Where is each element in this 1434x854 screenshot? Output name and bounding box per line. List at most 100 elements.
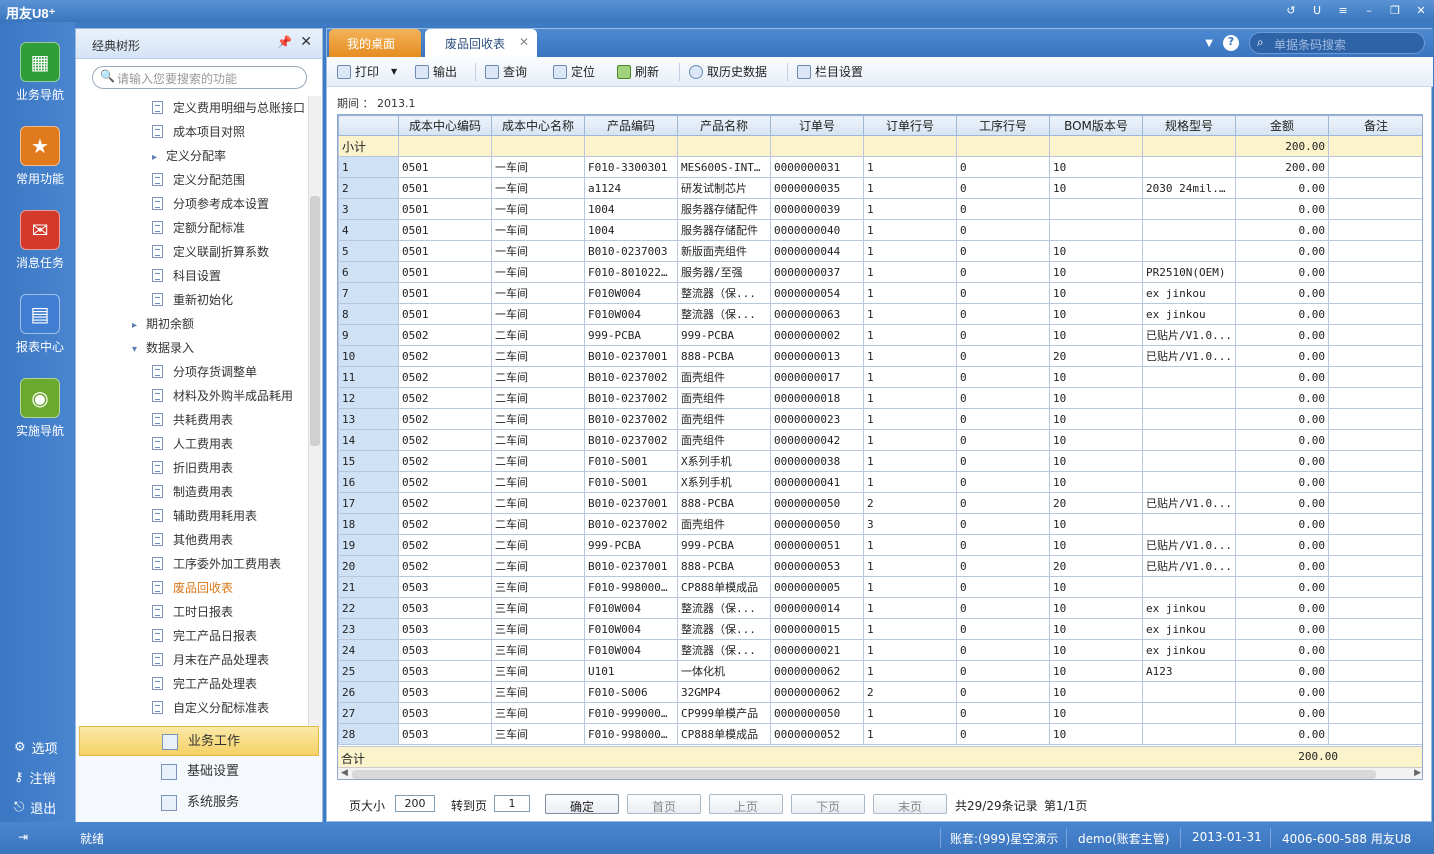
table-cell[interactable]: 1 xyxy=(863,639,957,661)
table-cell[interactable]: 0.00 xyxy=(1235,282,1329,304)
table-cell[interactable]: F010-80102251 xyxy=(584,261,678,283)
table-cell[interactable] xyxy=(1328,702,1422,724)
table-cell[interactable] xyxy=(1142,681,1236,703)
table-cell[interactable] xyxy=(1328,177,1422,199)
table-row[interactable]: 2 0501 一车间 a1124 研发试制芯片 0000000035 1 0 10 2030 24… xyxy=(338,177,1422,199)
print-button[interactable]: 打印 ▼ xyxy=(337,63,397,80)
table-cell[interactable]: 0501 xyxy=(398,177,492,199)
table-cell[interactable]: 一车间 xyxy=(491,282,585,304)
column-settings-button[interactable]: 栏目设置 xyxy=(797,63,863,80)
table-cell[interactable]: 1004 xyxy=(584,198,678,220)
table-cell[interactable]: 999-PCBA xyxy=(677,534,771,556)
table-cell[interactable]: 10 xyxy=(1049,597,1143,619)
table-cell[interactable]: 0501 xyxy=(398,261,492,283)
tree-item[interactable]: ▸ 期初余额 xyxy=(132,312,194,336)
table-cell[interactable]: 0.00 xyxy=(1235,240,1329,262)
table-cell[interactable]: 0000000039 xyxy=(770,198,864,220)
status-arrow-icon[interactable]: ⇥ xyxy=(18,830,28,844)
table-cell[interactable]: 2030 24mil... xyxy=(1142,177,1236,199)
table-cell[interactable]: ex jinkou xyxy=(1142,282,1236,304)
table-cell[interactable]: 0503 xyxy=(398,702,492,724)
table-cell[interactable]: 10 xyxy=(1049,681,1143,703)
pin-icon[interactable]: 📌 xyxy=(277,35,292,49)
table-cell[interactable]: 服务器存储配件 xyxy=(677,198,771,220)
print-dropdown-icon[interactable]: ▼ xyxy=(391,67,397,76)
table-cell[interactable]: 0 xyxy=(956,513,1050,535)
table-cell[interactable] xyxy=(1328,555,1422,577)
table-cell[interactable]: 0000000018 xyxy=(770,387,864,409)
table-cell[interactable]: 10 xyxy=(1049,534,1143,556)
table-cell[interactable]: 10 xyxy=(1049,429,1143,451)
table-cell[interactable]: 三车间 xyxy=(491,702,585,724)
row-number[interactable]: 16 xyxy=(338,471,399,493)
table-cell[interactable]: CP999单模产品 xyxy=(677,702,771,724)
row-number[interactable]: 18 xyxy=(338,513,399,535)
table-cell[interactable]: 1 xyxy=(863,618,957,640)
table-cell[interactable]: 0 xyxy=(956,471,1050,493)
table-cell[interactable]: 0000000038 xyxy=(770,450,864,472)
table-cell[interactable]: ex jinkou xyxy=(1142,597,1236,619)
nav-message-button[interactable]: ✉ 消息任务 xyxy=(10,210,70,271)
table-cell[interactable]: 0000000063 xyxy=(770,303,864,325)
table-cell[interactable]: 一车间 xyxy=(491,198,585,220)
table-cell[interactable]: 888-PCBA xyxy=(677,555,771,577)
row-number[interactable]: 25 xyxy=(338,660,399,682)
table-cell[interactable]: B010-0237002 xyxy=(584,387,678,409)
table-cell[interactable]: 面壳组件 xyxy=(677,366,771,388)
table-cell[interactable]: 整流器（保... xyxy=(677,282,771,304)
table-cell[interactable]: 1 xyxy=(863,198,957,220)
table-cell[interactable]: 二车间 xyxy=(491,555,585,577)
scroll-right-icon[interactable]: ▶ xyxy=(1414,768,1421,778)
nav-star-button[interactable]: ★ 常用功能 xyxy=(10,126,70,187)
table-cell[interactable] xyxy=(1142,240,1236,262)
table-cell[interactable]: 面壳组件 xyxy=(677,429,771,451)
table-cell[interactable] xyxy=(1142,723,1236,745)
table-cell[interactable]: 10 xyxy=(1049,387,1143,409)
table-cell[interactable]: 0 xyxy=(956,261,1050,283)
table-cell[interactable]: 0000000014 xyxy=(770,597,864,619)
tree-item[interactable]: 成本项目对照 xyxy=(152,120,245,144)
table-cell[interactable]: 0.00 xyxy=(1235,177,1329,199)
table-row[interactable]: 15 0502 二车间 F010-S001 X系列手机 0000000038 1 0 10 0.0… xyxy=(338,450,1422,472)
table-row[interactable]: 3 0501 一车间 1004 服务器存储配件 0000000039 1 0 0.00 xyxy=(338,198,1422,220)
table-cell[interactable]: 0000000050 xyxy=(770,492,864,514)
table-cell[interactable]: 0501 xyxy=(398,198,492,220)
table-cell[interactable]: 0.00 xyxy=(1235,639,1329,661)
row-number[interactable]: 9 xyxy=(338,324,399,346)
table-cell[interactable]: 1 xyxy=(863,702,957,724)
table-cell[interactable]: U101 xyxy=(584,660,678,682)
table-cell[interactable]: 2 xyxy=(863,681,957,703)
table-cell[interactable]: 1 xyxy=(863,576,957,598)
table-row[interactable]: 10 0502 二车间 B010-0237001 888-PCBA 0000000013 1… xyxy=(338,345,1422,367)
tab-scrap-recovery[interactable]: 废品回收表 ✕ xyxy=(425,29,537,57)
table-cell[interactable]: 10 xyxy=(1049,702,1143,724)
table-cell[interactable]: A123 xyxy=(1142,660,1236,682)
table-cell[interactable] xyxy=(1142,702,1236,724)
table-cell[interactable]: 0.00 xyxy=(1235,534,1329,556)
table-cell[interactable] xyxy=(1328,618,1422,640)
table-cell[interactable] xyxy=(1328,240,1422,262)
tree-item[interactable]: 折旧费用表 xyxy=(152,456,233,480)
table-cell[interactable]: 0000000023 xyxy=(770,408,864,430)
nav-compass-button[interactable]: ◉ 实施导航 xyxy=(10,378,70,439)
table-cell[interactable]: 1 xyxy=(863,555,957,577)
table-cell[interactable]: 一车间 xyxy=(491,303,585,325)
table-cell[interactable]: 1004 xyxy=(584,219,678,241)
table-cell[interactable]: 二车间 xyxy=(491,534,585,556)
table-cell[interactable]: 0503 xyxy=(398,639,492,661)
table-row[interactable]: 6 0501 一车间 F010-80102251 服务器/至强 0000000037 1 0 1… xyxy=(338,261,1422,283)
table-cell[interactable]: 0502 xyxy=(398,429,492,451)
table-cell[interactable]: 1 xyxy=(863,282,957,304)
table-cell[interactable]: 0 xyxy=(956,450,1050,472)
table-cell[interactable]: 1 xyxy=(863,408,957,430)
column-header[interactable]: 成本中心编码 xyxy=(398,115,492,136)
column-header[interactable]: BOM版本号 xyxy=(1049,115,1143,136)
nav-business-nav-button[interactable]: ▦ 业务导航 xyxy=(10,42,70,103)
table-cell[interactable]: 面壳组件 xyxy=(677,387,771,409)
table-cell[interactable]: 新版面壳组件 xyxy=(677,240,771,262)
table-cell[interactable]: F010-998000... xyxy=(584,723,678,745)
table-cell[interactable]: 0.00 xyxy=(1235,324,1329,346)
table-row[interactable]: 25 0503 三车间 U101 一体化机 0000000062 1 0 10 A123 0.00 xyxy=(338,660,1422,682)
table-cell[interactable]: F010-999000... xyxy=(584,702,678,724)
table-row[interactable]: 24 0503 三车间 F010W004 整流器（保... 0000000021 1 0 10 e… xyxy=(338,639,1422,661)
